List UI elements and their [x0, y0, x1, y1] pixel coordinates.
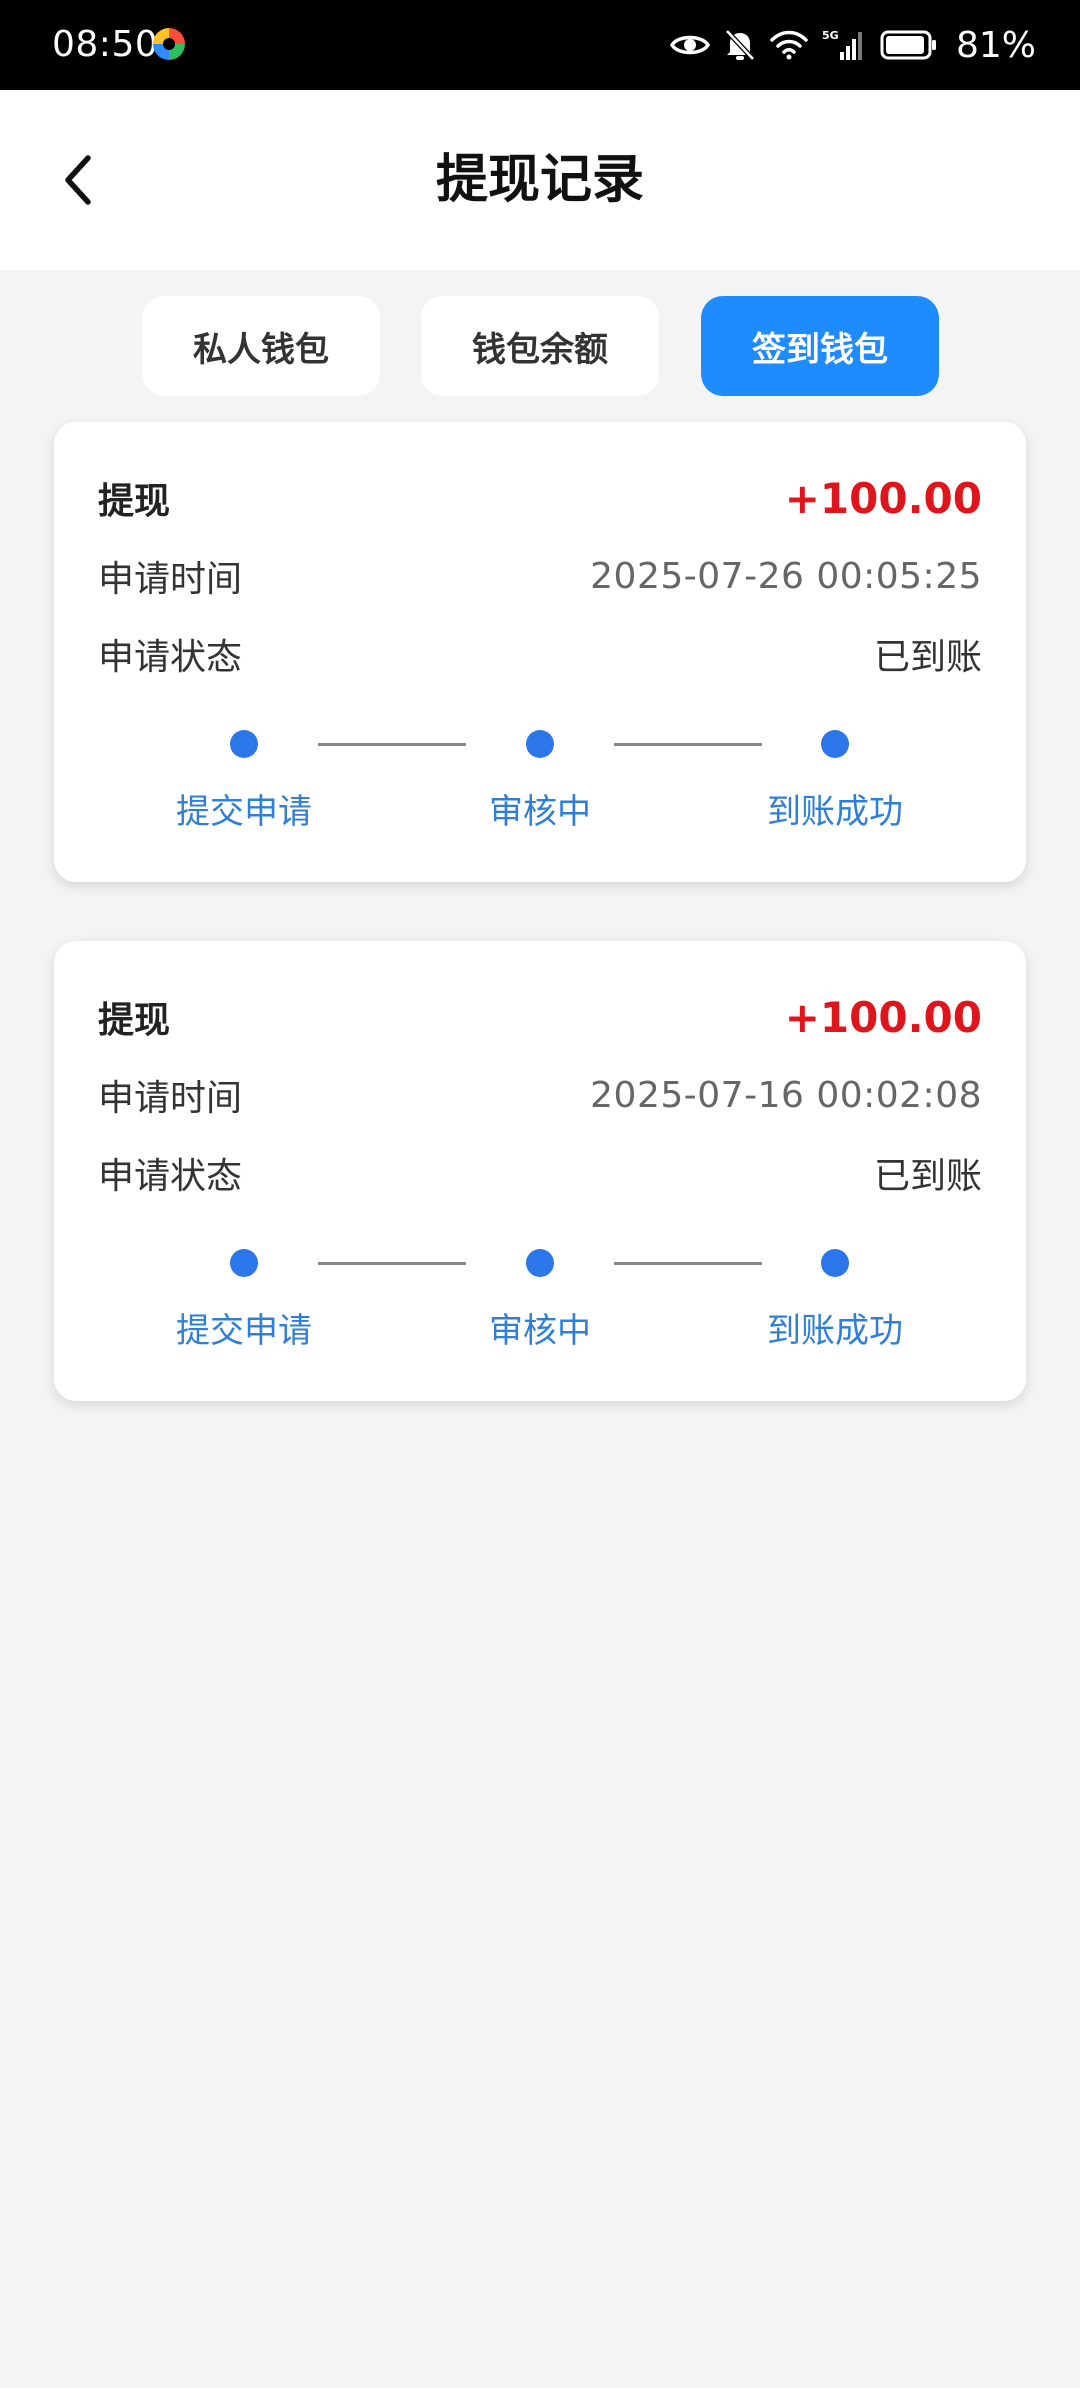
- step-connector: [614, 1262, 762, 1265]
- step-dot: [230, 730, 258, 758]
- status-bar: 08:50 5G 81%: [0, 0, 1080, 90]
- status-label: 申请状态: [98, 637, 243, 678]
- step-dot: [821, 730, 849, 758]
- record-header-row: 提现 +100.00: [98, 989, 982, 1045]
- battery-icon: [880, 30, 936, 60]
- header: 提现记录: [0, 90, 1080, 270]
- status-label: 申请状态: [98, 1156, 243, 1197]
- record-amount: +100.00: [784, 992, 982, 1042]
- time-label: 申请时间: [98, 559, 243, 600]
- record-type: 提现: [98, 481, 171, 522]
- step-connector: [614, 743, 762, 746]
- status-time: 08:50: [52, 24, 159, 65]
- progress-steps: 提交申请 审核中 到账成功: [54, 1241, 1026, 1361]
- status-value: 已到账: [873, 1156, 982, 1197]
- step-label-submit: 提交申请: [176, 1311, 312, 1351]
- mute-bell-icon: [725, 29, 755, 61]
- record-header-row: 提现 +100.00: [98, 470, 982, 526]
- page-title: 提现记录: [435, 150, 644, 210]
- time-label: 申请时间: [98, 1078, 243, 1119]
- tab-wallet-balance[interactable]: 钱包余额: [421, 296, 659, 396]
- record-status-row: 申请状态 已到账: [98, 626, 982, 682]
- app-badge-icon: [153, 28, 185, 60]
- step-dot: [230, 1249, 258, 1277]
- battery-percent: 81%: [955, 24, 1036, 66]
- step-connector: [318, 1262, 466, 1265]
- back-button[interactable]: [40, 140, 120, 220]
- record-time-row: 申请时间 2025-07-16 00:02:08: [98, 1067, 982, 1123]
- step-dot: [526, 730, 554, 758]
- step-label-success: 到账成功: [767, 792, 903, 832]
- status-value: 已到账: [873, 637, 982, 678]
- tab-checkin-wallet[interactable]: 签到钱包: [701, 296, 939, 396]
- record-type: 提现: [98, 1000, 171, 1041]
- record-time-row: 申请时间 2025-07-26 00:05:25: [98, 548, 982, 604]
- time-value: 2025-07-16 00:02:08: [590, 1074, 982, 1116]
- record-amount: +100.00: [784, 473, 982, 523]
- progress-steps: 提交申请 审核中 到账成功: [54, 722, 1026, 842]
- signal-5g-icon: 5G: [822, 29, 862, 60]
- tab-private-wallet[interactable]: 私人钱包: [142, 296, 380, 396]
- wallet-tabs: 私人钱包 钱包余额 签到钱包: [0, 296, 1080, 396]
- chevron-left-icon: [65, 155, 91, 205]
- step-dot: [821, 1249, 849, 1277]
- withdrawal-record-card[interactable]: 提现 +100.00 申请时间 2025-07-16 00:02:08 申请状态…: [54, 941, 1026, 1401]
- step-label-submit: 提交申请: [176, 792, 312, 832]
- step-label-review: 审核中: [489, 1311, 591, 1351]
- svg-text:5G: 5G: [822, 29, 839, 42]
- withdrawal-record-card[interactable]: 提现 +100.00 申请时间 2025-07-26 00:05:25 申请状态…: [54, 422, 1026, 882]
- record-status-row: 申请状态 已到账: [98, 1145, 982, 1201]
- step-label-success: 到账成功: [767, 1311, 903, 1351]
- step-connector: [318, 743, 466, 746]
- step-label-review: 审核中: [489, 792, 591, 832]
- wifi-icon: [770, 30, 808, 60]
- time-value: 2025-07-26 00:05:25: [590, 555, 982, 597]
- step-dot: [526, 1249, 554, 1277]
- eye-icon: [669, 35, 710, 55]
- status-icons: 5G 81%: [669, 0, 1036, 90]
